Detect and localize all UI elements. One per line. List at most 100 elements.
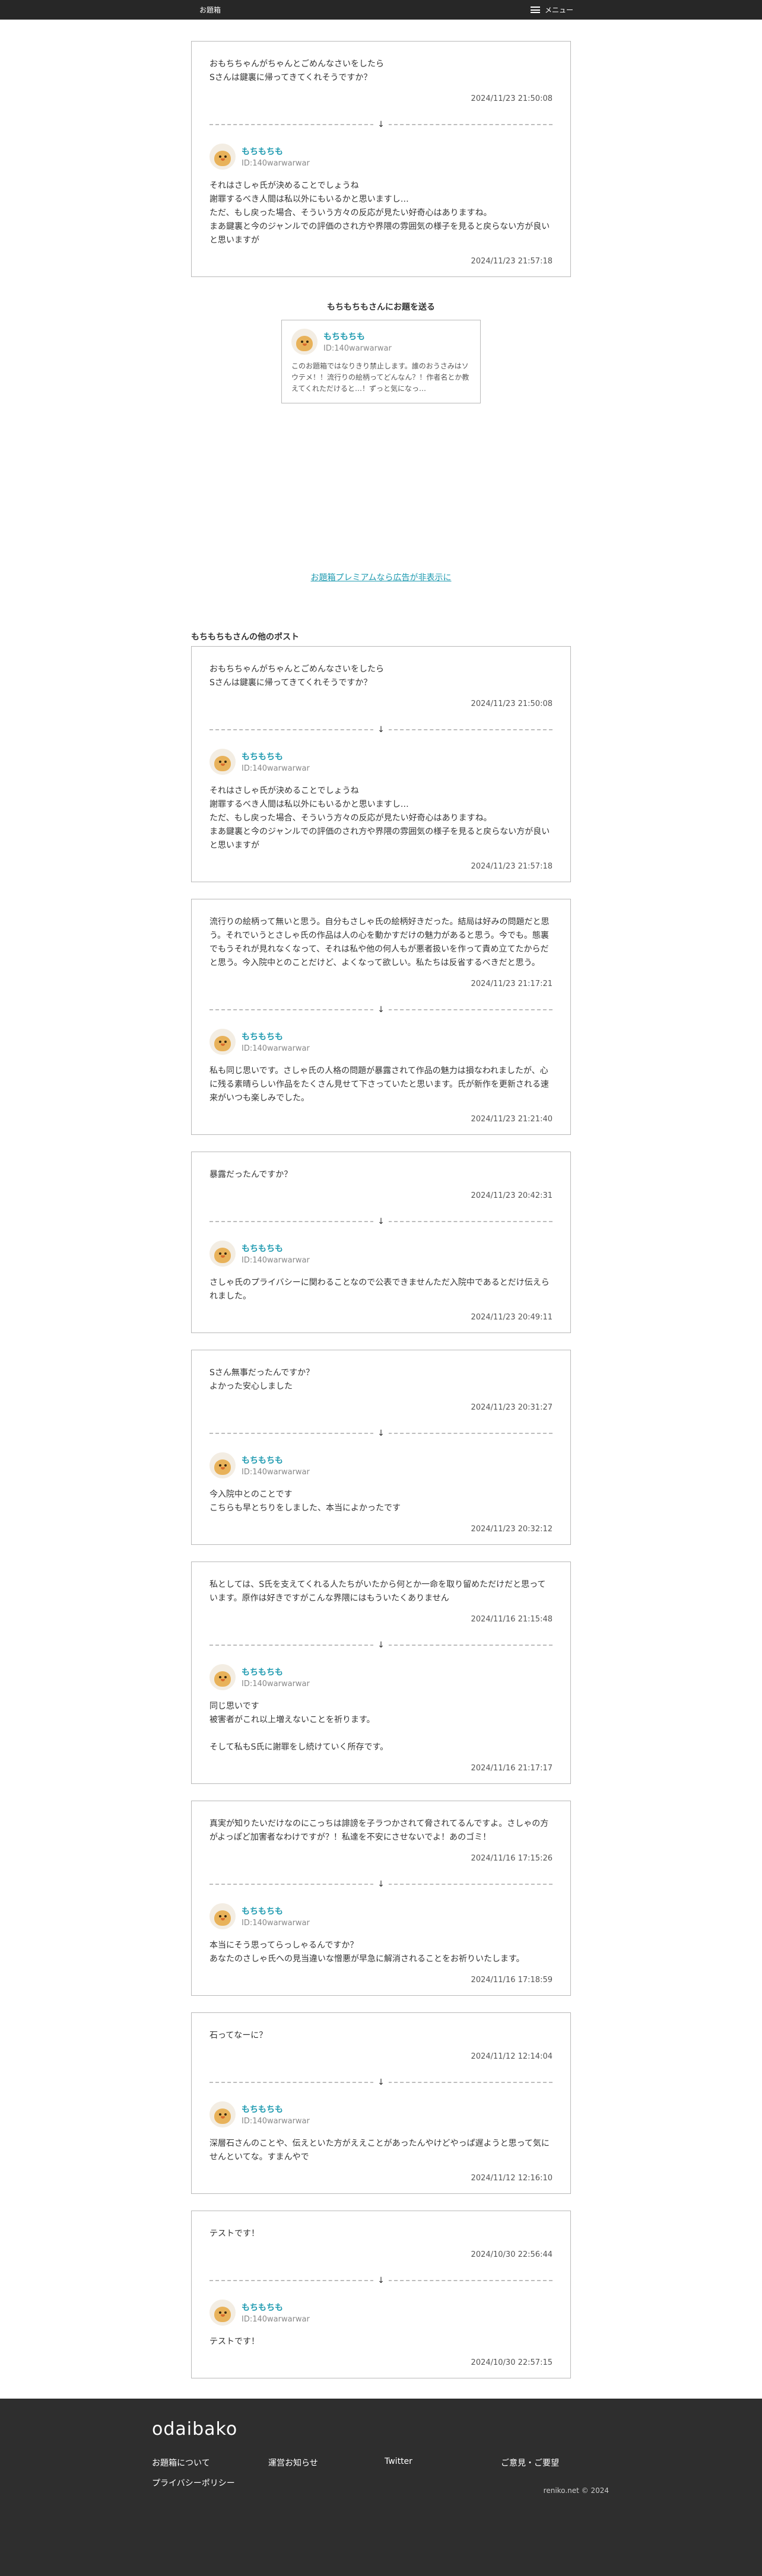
answer-author[interactable]: もちもちも ID:140warwarwar [209,1903,553,1929]
author-name[interactable]: もちもちも [242,1666,310,1678]
other-posts-title: もちもちもさんの他のポスト [191,632,299,642]
premium-ad-link[interactable]: お題箱プレミアムなら広告が非表示に [0,571,762,583]
answer-text: それはさしゃ氏が決めることでしょうね 謝罪するべき人間は私以外にもいるかと思いま… [209,181,550,245]
answer-author[interactable]: もちもちも ID:140warwarwar [209,144,553,170]
arrow-down-icon: ↓ [373,1639,389,1651]
question-timestamp: 2024/10/30 22:56:44 [471,2250,553,2259]
hamburger-icon [530,7,540,13]
answer-divider: ↓ [209,1004,553,1016]
answer-author[interactable]: もちもちも ID:140warwarwar [209,1241,553,1267]
author-name[interactable]: もちもちも [242,145,310,157]
post-card[interactable]: 真実が知りたいだけなのにこっちは誹謗を子ラつかされて脅されてるんですよ。さしゃの… [191,1801,571,1996]
author-id: ID:140warwarwar [242,2315,310,2324]
question-text: おもちちゃんがちゃんとごめんなさいをしたら Sさんは鍵裏に帰ってきてくれそうです… [209,664,384,688]
answer-timestamp: 2024/11/12 12:16:10 [471,2174,553,2183]
avatar [209,2101,236,2127]
post-card[interactable]: 流行りの絵柄って無いと思う。自分もさしゃ氏の絵柄好きだった。結局は好みの問題だと… [191,899,571,1135]
answer-author[interactable]: もちもちも ID:140warwarwar [209,1029,553,1055]
question-text: 流行りの絵柄って無いと思う。自分もさしゃ氏の絵柄好きだった。結局は好みの問題だと… [209,917,550,968]
author-name[interactable]: もちもちも [242,1905,310,1917]
author-name[interactable]: もちもちも [242,1242,310,1254]
send-question-card[interactable]: もちもちも ID:140warwarwar このお題箱ではなりきり禁止します。誰… [281,320,481,403]
question-text: Sさん無事だったんですか？ よかった安心しました [209,1368,315,1391]
author-name[interactable]: もちもちも [242,2103,310,2115]
answer-author[interactable]: もちもちも ID:140warwarwar [209,2300,553,2326]
arrow-down-icon: ↓ [373,724,389,736]
footer-link-about[interactable]: お題箱について [152,2457,210,2469]
answer-text: テストです！ [209,2337,259,2346]
answer-divider: ↓ [209,2076,553,2088]
question-text: 私としては、S氏を支えてくれる人たちがいたから何とか一命を取り留めただけだと思っ… [209,1580,546,1603]
post-card[interactable]: Sさん無事だったんですか？ よかった安心しました 2024/11/23 20:31… [191,1350,571,1545]
post-card[interactable]: 暴露だったんですか？ 2024/11/23 20:42:31 ↓ もちもちも ID:14… [191,1152,571,1333]
footer-link-privacy[interactable]: プライバシーポリシー [152,2477,235,2489]
arrow-down-icon: ↓ [373,1878,389,1890]
avatar [209,1452,236,1478]
author-id: ID:140warwarwar [242,2117,310,2126]
post-card[interactable]: 石ってなーに？ 2024/11/12 12:14:04 ↓ もちもちも ID:140wa… [191,2012,571,2194]
avatar [209,2300,236,2326]
author-id: ID:140warwarwar [242,159,310,168]
answer-timestamp: 2024/11/23 21:57:18 [471,257,553,266]
post-card[interactable]: テストです！ 2024/10/30 22:56:44 ↓ もちもちも ID:140war… [191,2211,571,2378]
answer-author[interactable]: もちもちも ID:140warwarwar [209,1452,553,1478]
answer-timestamp: 2024/11/23 21:21:40 [471,1115,553,1124]
answer-timestamp: 2024/11/16 21:17:17 [471,1764,553,1773]
other-posts-list: おもちちゃんがちゃんとごめんなさいをしたら Sさんは鍵裏に帰ってきてくれそうです… [0,646,762,2378]
post-card[interactable]: 私としては、S氏を支えてくれる人たちがいたから何とか一命を取り留めただけだと思っ… [191,1561,571,1784]
author-name[interactable]: もちもちも [242,2301,310,2313]
question-text: 真実が知りたいだけなのにこっちは誹謗を子ラつかされて脅されてるんですよ。さしゃの… [209,1819,549,1842]
author-id: ID:140warwarwar [242,764,310,773]
answer-timestamp: 2024/11/23 20:49:11 [471,1313,553,1322]
avatar [209,1029,236,1055]
footer-link-news[interactable]: 運営お知らせ [268,2457,318,2469]
site-title[interactable]: お題箱 [199,5,221,15]
answer-text: 深層石さんのことや、伝えといた方がええことがあったんやけどやっぱ遅ようと思って気… [209,2139,550,2162]
question-timestamp: 2024/11/23 20:42:31 [471,1191,553,1200]
arrow-down-icon: ↓ [373,2275,389,2286]
arrow-down-icon: ↓ [373,119,389,131]
question-text: テストです！ [209,2229,259,2238]
question-text: 石ってなーに？ [209,2031,268,2040]
author-id: ID:140warwarwar [242,1468,310,1477]
answer-text: 同じ思いです 被害者がこれ以上増えないことを祈ります。 そして私もS氏に謝罪をし… [209,1702,389,1752]
send-question-title: もちもちもさんにお題を送る [327,303,435,312]
answer-divider: ↓ [209,2275,553,2286]
footer-logo[interactable]: odaibako [152,2419,237,2440]
arrow-down-icon: ↓ [373,2076,389,2088]
author-id: ID:140warwarwar [242,1680,310,1688]
answer-timestamp: 2024/11/23 20:32:12 [471,1525,553,1534]
arrow-down-icon: ↓ [373,1427,389,1439]
author-name[interactable]: もちもちも [242,1031,310,1042]
copyright: reniko.net © 2024 [543,2486,609,2495]
arrow-down-icon: ↓ [373,1004,389,1016]
question-timestamp: 2024/11/16 17:15:26 [471,1854,553,1863]
question-timestamp: 2024/11/23 21:50:08 [471,699,553,708]
question-timestamp: 2024/11/12 12:14:04 [471,2052,553,2061]
answer-divider: ↓ [209,1878,553,1890]
avatar [209,144,236,170]
question-timestamp: 2024/11/23 21:17:21 [471,979,553,988]
footer: odaibako お題箱について 運営お知らせ Twitter ご意見・ご要望 … [0,2399,762,2576]
menu-button[interactable]: メニュー [530,5,573,15]
avatar [209,1664,236,1690]
author-name[interactable]: もちもちも [242,750,310,762]
answer-timestamp: 2024/11/23 21:57:18 [471,862,553,871]
answer-author[interactable]: もちもちも ID:140warwarwar [209,1664,553,1690]
footer-link-twitter[interactable]: Twitter [385,2457,412,2466]
question-text: おもちちゃんがちゃんとごめんなさいをしたら Sさんは鍵裏に帰ってきてくれそうです… [209,59,384,82]
author-id: ID:140warwarwar [242,1919,310,1928]
footer-link-feedback[interactable]: ご意見・ご要望 [501,2457,559,2469]
question-timestamp: 2024/11/23 21:50:08 [471,94,553,103]
answer-author[interactable]: もちもちも ID:140warwarwar [209,2101,553,2127]
answer-text: 私も同じ思いです。さしゃ氏の人格の問題が暴露されて作品の魅力は損なわれましたが、… [209,1066,549,1103]
answer-divider: ↓ [209,724,553,736]
author-name[interactable]: もちもちも [242,1454,310,1466]
answer-text: さしゃ氏のプライバシーに関わることなので公表できませんただ入院中であるとだけ伝え… [209,1278,550,1301]
share-author: もちもちも ID:140warwarwar [291,329,471,355]
answer-author[interactable]: もちもちも ID:140warwarwar [209,749,553,775]
post-card[interactable]: おもちちゃんがちゃんとごめんなさいをしたら Sさんは鍵裏に帰ってきてくれそうです… [191,646,571,882]
avatar [209,749,236,775]
answer-timestamp: 2024/10/30 22:57:15 [471,2358,553,2367]
menu-label: メニュー [544,6,573,14]
